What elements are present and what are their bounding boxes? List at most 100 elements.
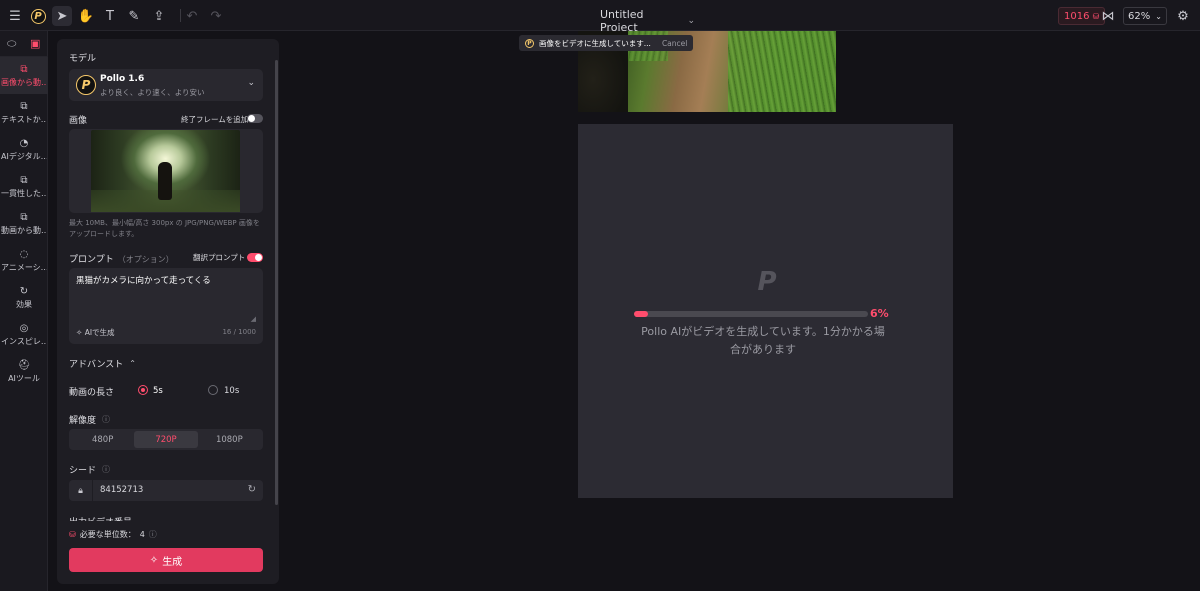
info-icon[interactable]: ⓘ [102, 414, 110, 425]
brush-tool-icon[interactable]: ✎ [124, 6, 144, 26]
resolution-720p[interactable]: 720P [134, 431, 198, 448]
zoom-level: 62% [1128, 10, 1151, 22]
rail-item-label: AIデジタル… [1, 151, 47, 161]
redo-icon[interactable]: ↷ [206, 6, 226, 26]
generation-frame: P 6% Pollo AIがビデオを生成しています。1分かかる場合があります [578, 124, 953, 498]
duration-radio-10s[interactable] [208, 385, 218, 395]
video-to-video-icon: ⧉ [20, 211, 28, 223]
prompt-input[interactable]: 黒猫がカメラに向かって走ってくる ◢ ✧ AIで生成 16 / 1000 [69, 268, 263, 344]
prompt-header: プロンプト （オプション） [69, 252, 174, 265]
translate-toggle[interactable] [247, 253, 263, 262]
video-mode-icon[interactable]: ▣ [24, 31, 48, 56]
menu-icon[interactable]: ☰ [5, 6, 25, 26]
rail-item-ai-digital[interactable]: ◔ AIデジタル… [0, 131, 48, 168]
pollo-logo: P [525, 38, 534, 48]
rail-item-video-to-video[interactable]: ⧉ 動画から動… [0, 205, 48, 242]
sparkle-icon: ✧ [149, 554, 159, 566]
prompt-optional: （オプション） [117, 255, 174, 264]
seed-field[interactable]: 🔒︎ 84152713 ↻ [69, 480, 263, 501]
output-label: 出力ビデオ番号 [69, 515, 132, 521]
resolution-1080p[interactable]: 1080P [198, 431, 261, 448]
progress-message: Pollo AIがビデオを生成しています。1分かかる場合があります [641, 325, 885, 356]
prompt-label: プロンプト [69, 255, 114, 265]
image-cat [158, 162, 172, 200]
ai-generate-button[interactable]: ✧ AIで生成 [76, 327, 115, 338]
refresh-icon[interactable]: ↻ [248, 484, 256, 495]
panel-scrollbar[interactable] [275, 60, 278, 505]
video-grass [728, 31, 836, 112]
rail-item-label: インスピレ… [1, 336, 47, 346]
pollo-watermark-icon: P [757, 267, 777, 297]
cancel-button[interactable]: Cancel [662, 39, 687, 48]
share-icon[interactable]: ⋈ [1098, 6, 1118, 26]
model-subtitle: より良く、より速く、より安い [100, 88, 205, 97]
hand-tool-icon[interactable]: ✋ [76, 6, 96, 26]
duration-option-5s: 5s [153, 386, 163, 396]
rail-item-animation[interactable]: ◌ アニメーシ… [0, 242, 48, 279]
rail-item-label: AIツール [8, 373, 40, 383]
zoom-dropdown[interactable]: 62% ⌄ [1123, 7, 1167, 25]
translate-label: 翻訳プロンプト [193, 253, 246, 262]
left-rail: ⬭ ▣ ⧉ 画像から動… ⧉ テキストか… ◔ AIデジタル… ⧉ 一貫性した…… [0, 31, 48, 591]
pollo-model-icon: P [76, 75, 96, 95]
select-tool-icon[interactable]: ➤ [52, 6, 72, 26]
end-frame-label: 終了フレームを追加 [181, 115, 249, 124]
model-name: Pollo 1.6 [100, 74, 145, 84]
uploaded-image [91, 130, 240, 212]
rail-item-effects[interactable]: ↻ 効果 [0, 279, 48, 316]
resolution-selector: 480P 720P 1080P [69, 429, 263, 450]
prompt-text: 黒猫がカメラに向かって走ってくる [76, 276, 211, 286]
progress-fill [634, 311, 649, 317]
model-selector[interactable]: P Pollo 1.6 より良く、より速く、より安い ⌄ [69, 69, 263, 101]
resolution-header: 解像度 ⓘ [69, 413, 110, 426]
advanced-toggle[interactable]: アドバンスト ⌃ [69, 357, 136, 370]
progress-bar [634, 311, 868, 317]
rail-item-text-to-video[interactable]: ⧉ テキストか… [0, 94, 48, 131]
sparkle-icon: ✧ [76, 328, 83, 337]
image-label: 画像 [69, 116, 88, 126]
text-tool-icon[interactable]: T [100, 6, 120, 26]
units-value: 4 [139, 530, 145, 539]
info-icon[interactable]: ⓘ [102, 464, 110, 475]
end-frame-toggle[interactable] [247, 114, 263, 123]
effects-icon: ↻ [19, 285, 29, 297]
resize-handle-icon[interactable]: ◢ [251, 315, 256, 323]
duration-radio-5s[interactable] [138, 385, 148, 395]
lock-icon[interactable]: 🔒︎ [69, 480, 93, 501]
top-bar: ☰ P ➤ ✋ T ✎ ⇪ ↶ ↷ Untitled Project ⌄ 101… [0, 0, 1200, 34]
image-hint: 最大 10MB、最小幅/高さ 300px の JPG/PNG/WEBP 画像をア… [69, 219, 260, 238]
toast-text: 画像をビデオに生成しています... [539, 38, 651, 48]
credits-icon: ⛁ [69, 530, 76, 539]
image-to-video-icon: ⧉ [20, 63, 28, 75]
undo-icon[interactable]: ↶ [182, 6, 202, 26]
pollo-logo: P [28, 6, 48, 26]
units-row: ⛁ 必要な単位数： 4 ⓘ [69, 529, 157, 540]
units-label: 必要な単位数： [79, 530, 136, 539]
seed-header: シード ⓘ [69, 463, 110, 476]
resolution-480p[interactable]: 480P [71, 431, 134, 448]
rail-mode-switch: ⬭ ▣ [0, 31, 47, 57]
resolution-label: 解像度 [69, 416, 97, 426]
animation-icon: ◌ [19, 248, 29, 260]
advanced-label: アドバンスト [69, 360, 124, 370]
settings-icon[interactable]: ⚙ [1173, 6, 1193, 26]
toolbar-divider [180, 9, 181, 22]
generate-label: 生成 [162, 556, 183, 568]
rail-item-label: 効果 [16, 299, 32, 309]
rail-item-label: アニメーシ… [1, 262, 47, 272]
image-mode-icon[interactable]: ⬭ [0, 31, 24, 56]
rail-item-inspiration[interactable]: ◎ インスピレ… [0, 316, 48, 353]
inspiration-icon: ◎ [19, 322, 29, 334]
image-upload-area[interactable] [69, 129, 263, 213]
credits-count: 1016 [1064, 10, 1090, 22]
rail-item-image-to-video[interactable]: ⧉ 画像から動… [0, 57, 48, 94]
duration-label: 動画の長さ [69, 388, 115, 398]
ai-tools-icon: ⛑ [17, 359, 31, 371]
info-icon[interactable]: ⓘ [149, 529, 157, 540]
upload-icon[interactable]: ⇪ [149, 6, 169, 26]
rail-item-ai-tools[interactable]: ⛑ AIツール [0, 353, 48, 390]
generate-button[interactable]: ✧ 生成 [69, 548, 263, 572]
chevron-down-icon: ⌄ [1155, 11, 1162, 21]
model-label: モデル [69, 54, 97, 64]
rail-item-consistent[interactable]: ⧉ 一貫性した… [0, 168, 48, 205]
